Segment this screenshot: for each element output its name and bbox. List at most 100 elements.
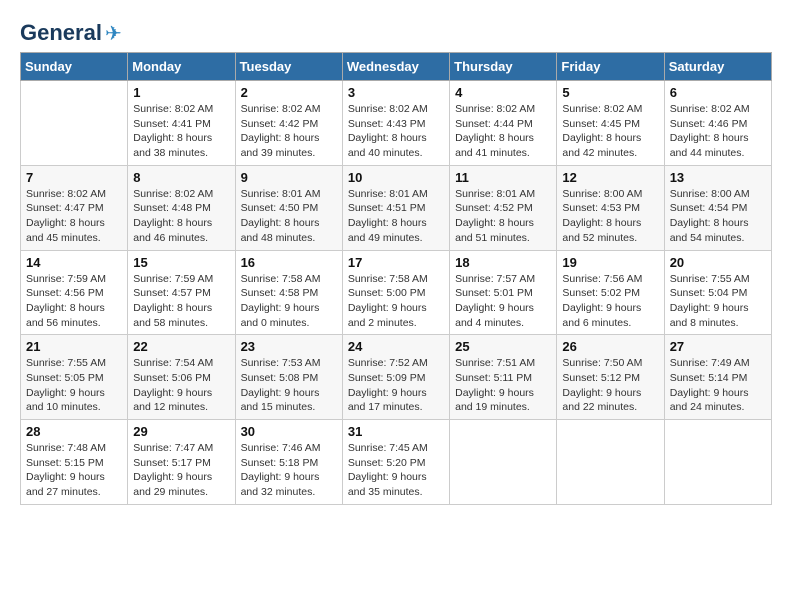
daylight-text: Daylight: 9 hours and 10 minutes. <box>26 386 122 415</box>
day-info: Sunrise: 7:49 AM Sunset: 5:14 PM Dayligh… <box>670 356 766 415</box>
sunrise-text: Sunrise: 7:48 AM <box>26 441 122 456</box>
sunset-text: Sunset: 5:15 PM <box>26 456 122 471</box>
calendar-cell: 28 Sunrise: 7:48 AM Sunset: 5:15 PM Dayl… <box>21 420 128 505</box>
day-info: Sunrise: 8:02 AM Sunset: 4:47 PM Dayligh… <box>26 187 122 246</box>
calendar-cell: 18 Sunrise: 7:57 AM Sunset: 5:01 PM Dayl… <box>450 250 557 335</box>
sunrise-text: Sunrise: 8:02 AM <box>241 102 337 117</box>
sunset-text: Sunset: 4:46 PM <box>670 117 766 132</box>
day-info: Sunrise: 7:51 AM Sunset: 5:11 PM Dayligh… <box>455 356 551 415</box>
weekday-header-row: SundayMondayTuesdayWednesdayThursdayFrid… <box>21 53 772 81</box>
day-info: Sunrise: 7:45 AM Sunset: 5:20 PM Dayligh… <box>348 441 444 500</box>
day-info: Sunrise: 7:54 AM Sunset: 5:06 PM Dayligh… <box>133 356 229 415</box>
calendar-cell: 25 Sunrise: 7:51 AM Sunset: 5:11 PM Dayl… <box>450 335 557 420</box>
sunset-text: Sunset: 4:41 PM <box>133 117 229 132</box>
daylight-text: Daylight: 8 hours and 38 minutes. <box>133 131 229 160</box>
sunset-text: Sunset: 4:48 PM <box>133 201 229 216</box>
sunset-text: Sunset: 4:50 PM <box>241 201 337 216</box>
sunset-text: Sunset: 5:20 PM <box>348 456 444 471</box>
calendar-cell: 27 Sunrise: 7:49 AM Sunset: 5:14 PM Dayl… <box>664 335 771 420</box>
sunset-text: Sunset: 5:09 PM <box>348 371 444 386</box>
sunset-text: Sunset: 5:17 PM <box>133 456 229 471</box>
day-info: Sunrise: 7:48 AM Sunset: 5:15 PM Dayligh… <box>26 441 122 500</box>
calendar-cell: 5 Sunrise: 8:02 AM Sunset: 4:45 PM Dayli… <box>557 81 664 166</box>
calendar-cell: 12 Sunrise: 8:00 AM Sunset: 4:53 PM Dayl… <box>557 165 664 250</box>
sunrise-text: Sunrise: 7:56 AM <box>562 272 658 287</box>
day-info: Sunrise: 7:57 AM Sunset: 5:01 PM Dayligh… <box>455 272 551 331</box>
daylight-text: Daylight: 8 hours and 45 minutes. <box>26 216 122 245</box>
calendar-cell: 23 Sunrise: 7:53 AM Sunset: 5:08 PM Dayl… <box>235 335 342 420</box>
sunrise-text: Sunrise: 7:58 AM <box>348 272 444 287</box>
sunset-text: Sunset: 5:04 PM <box>670 286 766 301</box>
sunset-text: Sunset: 4:43 PM <box>348 117 444 132</box>
day-number: 21 <box>26 339 122 354</box>
daylight-text: Daylight: 9 hours and 8 minutes. <box>670 301 766 330</box>
daylight-text: Daylight: 8 hours and 49 minutes. <box>348 216 444 245</box>
daylight-text: Daylight: 8 hours and 52 minutes. <box>562 216 658 245</box>
daylight-text: Daylight: 9 hours and 0 minutes. <box>241 301 337 330</box>
day-number: 17 <box>348 255 444 270</box>
weekday-header-sunday: Sunday <box>21 53 128 81</box>
sunset-text: Sunset: 5:18 PM <box>241 456 337 471</box>
sunrise-text: Sunrise: 7:50 AM <box>562 356 658 371</box>
sunset-text: Sunset: 4:53 PM <box>562 201 658 216</box>
daylight-text: Daylight: 8 hours and 42 minutes. <box>562 131 658 160</box>
day-number: 24 <box>348 339 444 354</box>
sunset-text: Sunset: 4:47 PM <box>26 201 122 216</box>
day-number: 29 <box>133 424 229 439</box>
weekday-header-friday: Friday <box>557 53 664 81</box>
daylight-text: Daylight: 9 hours and 35 minutes. <box>348 470 444 499</box>
daylight-text: Daylight: 9 hours and 6 minutes. <box>562 301 658 330</box>
daylight-text: Daylight: 8 hours and 46 minutes. <box>133 216 229 245</box>
day-info: Sunrise: 8:02 AM Sunset: 4:41 PM Dayligh… <box>133 102 229 161</box>
day-info: Sunrise: 8:02 AM Sunset: 4:46 PM Dayligh… <box>670 102 766 161</box>
calendar-cell: 3 Sunrise: 8:02 AM Sunset: 4:43 PM Dayli… <box>342 81 449 166</box>
daylight-text: Daylight: 9 hours and 15 minutes. <box>241 386 337 415</box>
day-number: 14 <box>26 255 122 270</box>
sunset-text: Sunset: 5:00 PM <box>348 286 444 301</box>
calendar-cell: 1 Sunrise: 8:02 AM Sunset: 4:41 PM Dayli… <box>128 81 235 166</box>
sunset-text: Sunset: 5:12 PM <box>562 371 658 386</box>
weekday-header-thursday: Thursday <box>450 53 557 81</box>
daylight-text: Daylight: 9 hours and 19 minutes. <box>455 386 551 415</box>
day-info: Sunrise: 8:02 AM Sunset: 4:48 PM Dayligh… <box>133 187 229 246</box>
sunrise-text: Sunrise: 8:01 AM <box>455 187 551 202</box>
calendar-cell: 7 Sunrise: 8:02 AM Sunset: 4:47 PM Dayli… <box>21 165 128 250</box>
daylight-text: Daylight: 9 hours and 17 minutes. <box>348 386 444 415</box>
sunrise-text: Sunrise: 7:55 AM <box>26 356 122 371</box>
daylight-text: Daylight: 9 hours and 29 minutes. <box>133 470 229 499</box>
day-number: 18 <box>455 255 551 270</box>
day-info: Sunrise: 8:01 AM Sunset: 4:50 PM Dayligh… <box>241 187 337 246</box>
weekday-header-saturday: Saturday <box>664 53 771 81</box>
day-number: 19 <box>562 255 658 270</box>
sunrise-text: Sunrise: 8:01 AM <box>241 187 337 202</box>
sunset-text: Sunset: 5:11 PM <box>455 371 551 386</box>
day-number: 3 <box>348 85 444 100</box>
sunrise-text: Sunrise: 8:02 AM <box>562 102 658 117</box>
calendar-cell: 20 Sunrise: 7:55 AM Sunset: 5:04 PM Dayl… <box>664 250 771 335</box>
sunset-text: Sunset: 4:57 PM <box>133 286 229 301</box>
day-info: Sunrise: 7:59 AM Sunset: 4:57 PM Dayligh… <box>133 272 229 331</box>
weekday-header-monday: Monday <box>128 53 235 81</box>
sunrise-text: Sunrise: 7:45 AM <box>348 441 444 456</box>
sunrise-text: Sunrise: 7:51 AM <box>455 356 551 371</box>
calendar-cell <box>557 420 664 505</box>
calendar-cell: 17 Sunrise: 7:58 AM Sunset: 5:00 PM Dayl… <box>342 250 449 335</box>
calendar-cell: 6 Sunrise: 8:02 AM Sunset: 4:46 PM Dayli… <box>664 81 771 166</box>
logo-bird-icon: ✈ <box>105 21 122 46</box>
sunrise-text: Sunrise: 8:02 AM <box>670 102 766 117</box>
calendar-week-row: 28 Sunrise: 7:48 AM Sunset: 5:15 PM Dayl… <box>21 420 772 505</box>
sunrise-text: Sunrise: 7:57 AM <box>455 272 551 287</box>
day-number: 25 <box>455 339 551 354</box>
day-number: 6 <box>670 85 766 100</box>
day-info: Sunrise: 8:02 AM Sunset: 4:44 PM Dayligh… <box>455 102 551 161</box>
calendar-table: SundayMondayTuesdayWednesdayThursdayFrid… <box>20 52 772 505</box>
day-number: 31 <box>348 424 444 439</box>
sunset-text: Sunset: 4:45 PM <box>562 117 658 132</box>
day-number: 7 <box>26 170 122 185</box>
calendar-cell: 8 Sunrise: 8:02 AM Sunset: 4:48 PM Dayli… <box>128 165 235 250</box>
day-number: 11 <box>455 170 551 185</box>
day-number: 13 <box>670 170 766 185</box>
calendar-cell: 4 Sunrise: 8:02 AM Sunset: 4:44 PM Dayli… <box>450 81 557 166</box>
calendar-cell: 16 Sunrise: 7:58 AM Sunset: 4:58 PM Dayl… <box>235 250 342 335</box>
sunrise-text: Sunrise: 7:46 AM <box>241 441 337 456</box>
